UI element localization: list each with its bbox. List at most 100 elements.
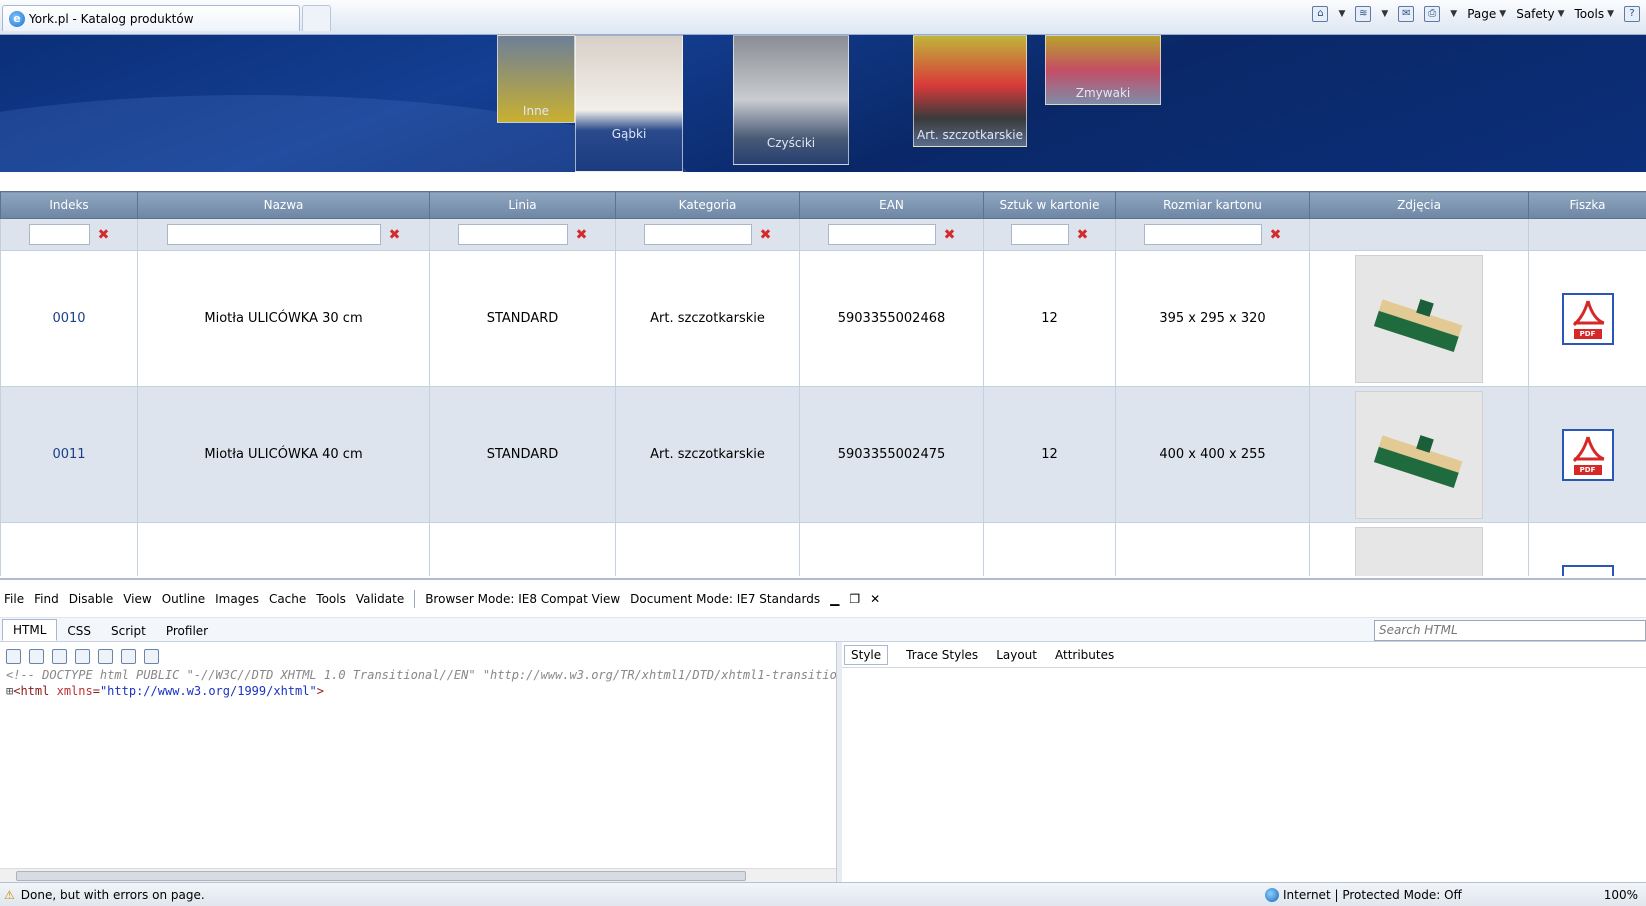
product-photo[interactable] (1355, 526, 1483, 576)
tab-attributes[interactable]: Attributes (1055, 648, 1114, 662)
cell-ean: 5903355002468 (799, 250, 984, 387)
clear-icon[interactable]: ✖ (944, 227, 956, 243)
save-icon[interactable] (52, 648, 67, 664)
filter-kategoria[interactable] (643, 224, 752, 245)
broom-icon (1373, 434, 1463, 488)
browser-mode-menu[interactable]: Browser Mode: IE8 Compat View (425, 592, 620, 606)
chevron-down-icon[interactable]: ▼ (1450, 9, 1457, 19)
menu-view[interactable]: View (123, 592, 151, 606)
safety-menu[interactable]: Safety ▼ (1516, 7, 1564, 21)
cell-ean: 5903355002475 (799, 386, 984, 523)
pdf-icon[interactable]: PDF (1561, 292, 1614, 345)
browser-tab[interactable]: e York.pl - Katalog produktów (2, 5, 300, 31)
tab-html[interactable]: HTML (2, 619, 58, 641)
clear-icon[interactable]: ✖ (1270, 227, 1282, 243)
feeds-icon[interactable]: ≋ (1355, 6, 1372, 22)
cell-rozmiar: 400 x 400 x 255 (1115, 386, 1310, 523)
close-icon[interactable]: ✕ (870, 592, 880, 606)
menu-outline[interactable]: Outline (162, 592, 205, 606)
col-ean[interactable]: EAN (799, 191, 984, 219)
col-rozmiar[interactable]: Rozmiar kartonu (1115, 191, 1310, 219)
table-row[interactable]: 0011 Miotła ULICÓWKA 40 cm STANDARD Art.… (0, 386, 1646, 523)
status-bar: ⚠ Done, but with errors on page. Interne… (0, 882, 1646, 906)
word-wrap-icon[interactable] (144, 648, 159, 664)
home-icon[interactable]: ⌂ (1312, 6, 1329, 22)
col-nazwa[interactable]: Nazwa (137, 191, 430, 219)
status-message: Done, but with errors on page. (20, 887, 205, 902)
cell-indeks[interactable]: 0011 (0, 386, 138, 523)
security-zone[interactable]: Internet | Protected Mode: Off (1265, 887, 1462, 902)
horizontal-scrollbar[interactable] (0, 868, 836, 882)
tools-menu[interactable]: Tools ▼ (1575, 7, 1614, 21)
help-icon[interactable]: ? (1624, 6, 1640, 22)
filter-ean[interactable] (827, 224, 936, 245)
devtools-tabs: HTML CSS Script Profiler Search HTML (0, 618, 1646, 642)
col-indeks[interactable]: Indeks (0, 191, 138, 219)
mail-icon[interactable]: ✉ (1398, 6, 1415, 22)
menu-images[interactable]: Images (215, 592, 259, 606)
category-czysciki[interactable]: Czyściki (733, 35, 849, 165)
search-html-input[interactable]: Search HTML (1374, 620, 1646, 641)
menu-tools[interactable]: Tools (316, 592, 346, 606)
product-photo[interactable] (1355, 390, 1483, 519)
col-sztuk[interactable]: Sztuk w kartonie (983, 191, 1116, 219)
clear-icon[interactable] (29, 648, 44, 664)
col-kategoria[interactable]: Kategoria (615, 191, 800, 219)
html-node[interactable]: ⊞<html xmlns="http://www.w3.org/1999/xht… (6, 684, 836, 698)
cell-sztuk: 12 (983, 250, 1116, 387)
source-icon[interactable] (98, 648, 113, 664)
cell-indeks[interactable]: 0010 (0, 250, 138, 387)
product-photo[interactable] (1355, 254, 1483, 383)
menu-disable[interactable]: Disable (69, 592, 114, 606)
category-inne[interactable]: Inne (497, 35, 575, 123)
document-mode-menu[interactable]: Document Mode: IE7 Standards (630, 592, 820, 606)
restore-icon[interactable]: ❐ (849, 592, 860, 606)
menu-file[interactable]: File (4, 592, 24, 606)
table-header: Indeks Nazwa Linia Kategoria EAN Sztuk w… (0, 191, 1646, 219)
table-row[interactable]: 0010 Miotła ULICÓWKA 30 cm STANDARD Art.… (0, 250, 1646, 387)
filter-sztuk[interactable] (1010, 224, 1069, 245)
globe-icon (1265, 887, 1279, 902)
tab-css[interactable]: CSS (57, 621, 101, 641)
col-linia[interactable]: Linia (429, 191, 616, 219)
tab-layout[interactable]: Layout (996, 648, 1037, 662)
clear-icon[interactable]: ✖ (760, 227, 772, 243)
table-row[interactable] (0, 522, 1646, 576)
tab-profiler[interactable]: Profiler (156, 621, 218, 641)
col-zdjecia: Zdjęcia (1309, 191, 1529, 219)
filter-indeks[interactable] (28, 224, 90, 245)
chevron-down-icon[interactable]: ▼ (1338, 9, 1345, 19)
tab-trace-styles[interactable]: Trace Styles (906, 648, 978, 662)
browser-toolbar: e York.pl - Katalog produktów ⌂ ▼ ≋ ▼ ✉ ⎙ ▼… (0, 0, 1646, 35)
menu-find[interactable]: Find (34, 592, 59, 606)
clear-icon[interactable]: ✖ (1077, 227, 1089, 243)
tab-script[interactable]: Script (101, 621, 156, 641)
filter-nazwa[interactable] (166, 224, 381, 245)
page-menu[interactable]: Page ▼ (1467, 7, 1506, 21)
clear-icon[interactable]: ✖ (389, 227, 401, 243)
filter-rozmiar[interactable] (1143, 224, 1262, 245)
pdf-icon[interactable]: PDF (1561, 428, 1614, 481)
category-gabki[interactable]: Gąbki (575, 35, 683, 172)
new-tab-button[interactable] (302, 5, 331, 31)
warning-icon[interactable]: ⚠ (4, 888, 15, 902)
category-art-szczotkarskie[interactable]: Art. szczotkarskie (913, 35, 1027, 147)
edit-icon[interactable] (121, 648, 136, 664)
menu-cache[interactable]: Cache (269, 592, 306, 606)
select-element-icon[interactable] (6, 648, 21, 664)
pdf-icon[interactable] (1561, 564, 1614, 576)
tab-style[interactable]: Style (844, 644, 889, 665)
style-pane: Style Trace Styles Layout Attributes (842, 642, 1646, 884)
print-icon[interactable]: ⎙ (1424, 6, 1441, 22)
category-zmywaki[interactable]: Zmywaki (1045, 35, 1161, 105)
filter-linia[interactable] (457, 224, 568, 245)
chevron-down-icon[interactable]: ▼ (1381, 9, 1388, 19)
zoom-level[interactable]: 100% (1604, 888, 1638, 902)
clear-icon[interactable]: ✖ (576, 227, 588, 243)
clear-icon[interactable]: ✖ (98, 227, 110, 243)
refresh-icon[interactable] (75, 648, 90, 664)
col-fiszka: Fiszka (1528, 191, 1646, 219)
doctype-node[interactable]: <!-- DOCTYPE html PUBLIC "-//W3C//DTD XH… (6, 668, 836, 682)
minimize-icon[interactable]: ▁ (830, 592, 839, 606)
menu-validate[interactable]: Validate (356, 592, 404, 606)
